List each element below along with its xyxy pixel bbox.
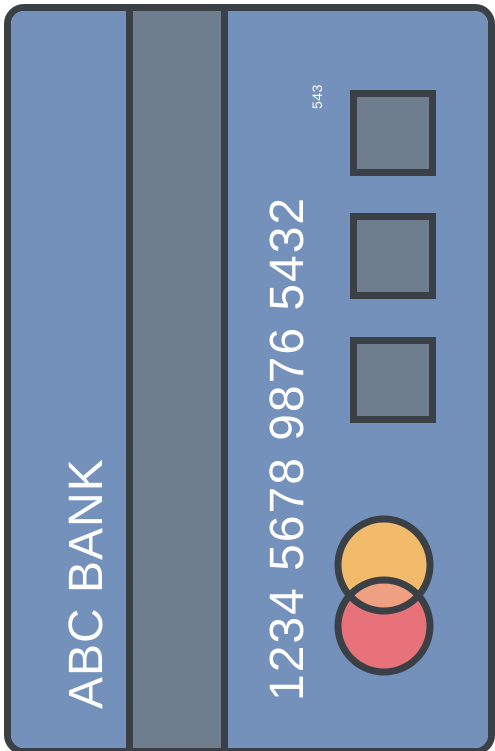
- square-chip-icon: [350, 90, 436, 176]
- credit-card: ABC BANK 1234 5678 9876 5432 543: [4, 4, 495, 751]
- square-chip-icon: [350, 337, 436, 423]
- square-chip-icon: [350, 213, 436, 299]
- magnetic-stripe: [126, 11, 228, 748]
- overlapping-circles-logo-icon: [334, 515, 434, 676]
- card-number: 1234 5678 9876 5432: [261, 195, 314, 701]
- payment-card-illustration: ABC BANK 1234 5678 9876 5432 543: [0, 0, 495, 751]
- bank-name: ABC BANK: [60, 458, 113, 709]
- cvv-code: 543: [309, 84, 325, 109]
